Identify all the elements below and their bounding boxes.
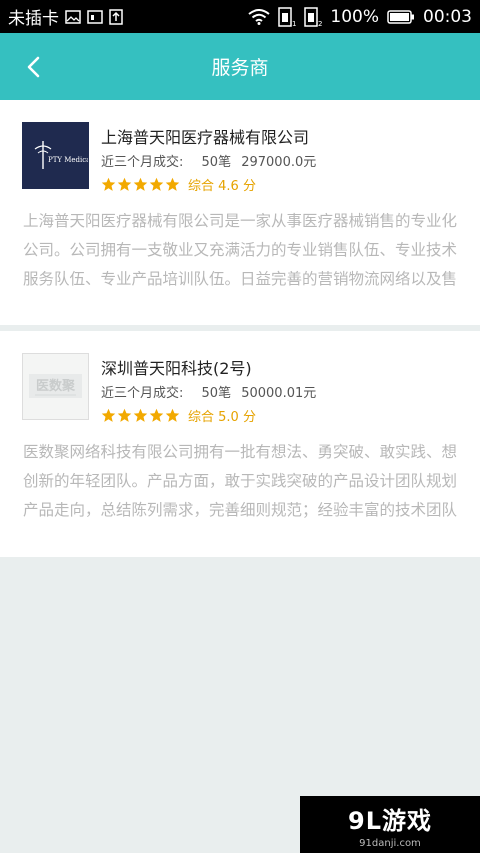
- provider-logo: PTY Medical: [22, 122, 93, 189]
- provider-card[interactable]: 医数聚 深圳普天阳科技(2号) 近三个月成交: 50笔 50000.01元 综合…: [0, 331, 480, 557]
- carrier-text: 未插卡: [8, 9, 59, 29]
- sim-signal-2-icon: 2: [304, 6, 322, 27]
- app-header: 服务商: [0, 33, 480, 100]
- star-icon: [149, 408, 164, 422]
- provider-stats: 近三个月成交: 50笔 297000.0元: [101, 151, 316, 170]
- provider-logo: 医数聚: [22, 353, 89, 420]
- notification-icon: [87, 9, 103, 25]
- star-icon: [149, 177, 164, 191]
- star-icon: [117, 408, 132, 422]
- provider-description: 医数聚网络科技有限公司拥有一批有想法、勇突破、敢实践、想创新的年轻团队。产品方面…: [23, 443, 458, 519]
- chevron-left-icon: [27, 56, 40, 77]
- provider-description: 上海普天阳医疗器械有限公司是一家从事医疗器械销售的专业化公司。公司拥有一支敬业又…: [23, 212, 458, 288]
- stats-label: 近三个月成交:: [101, 386, 184, 401]
- status-bar: 未插卡 1 2 100% 00:03: [0, 0, 480, 33]
- logo-text: PTY Medical: [48, 156, 88, 164]
- deal-amount: 50000.01元: [241, 386, 317, 401]
- deal-amount: 297000.0元: [241, 155, 317, 170]
- battery-percent: 100%: [330, 6, 379, 27]
- watermark-url: 91danji.com: [359, 837, 421, 849]
- battery-icon: [387, 9, 415, 25]
- site-watermark: 9L游戏 91danji.com: [300, 796, 480, 853]
- star-icon: [165, 177, 180, 191]
- wifi-icon: [248, 8, 271, 25]
- star-icon: [101, 177, 116, 191]
- score-text: 综合 4.6 分: [188, 179, 256, 194]
- picture-icon: [65, 9, 81, 25]
- star-icon: [133, 177, 148, 191]
- svg-text:2: 2: [318, 20, 322, 27]
- clock: 00:03: [423, 6, 472, 27]
- score-text: 综合 5.0 分: [188, 410, 256, 425]
- logo-text: 医数聚: [36, 378, 76, 394]
- page-title: 服务商: [211, 57, 269, 79]
- provider-stats: 近三个月成交: 50笔 50000.01元: [101, 382, 316, 401]
- back-button[interactable]: [6, 33, 62, 100]
- rating: 综合 4.6 分: [101, 175, 256, 194]
- rating: 综合 5.0 分: [101, 406, 256, 425]
- svg-text:1: 1: [292, 20, 296, 27]
- star-icon: [165, 408, 180, 422]
- sim-signal-icon: 1: [278, 6, 296, 27]
- star-icon: [133, 408, 148, 422]
- stats-label: 近三个月成交:: [101, 155, 184, 170]
- provider-card[interactable]: PTY Medical 上海普天阳医疗器械有限公司 近三个月成交: 50笔 29…: [0, 100, 480, 325]
- watermark-logo-text: 9L游戏: [348, 806, 432, 835]
- provider-name: 上海普天阳医疗器械有限公司: [101, 128, 310, 147]
- provider-name: 深圳普天阳科技(2号): [101, 359, 252, 378]
- star-icon: [101, 408, 116, 422]
- deal-count: 50笔: [201, 386, 232, 401]
- star-icon: [117, 177, 132, 191]
- deal-count: 50笔: [201, 155, 232, 170]
- download-icon: [109, 8, 123, 25]
